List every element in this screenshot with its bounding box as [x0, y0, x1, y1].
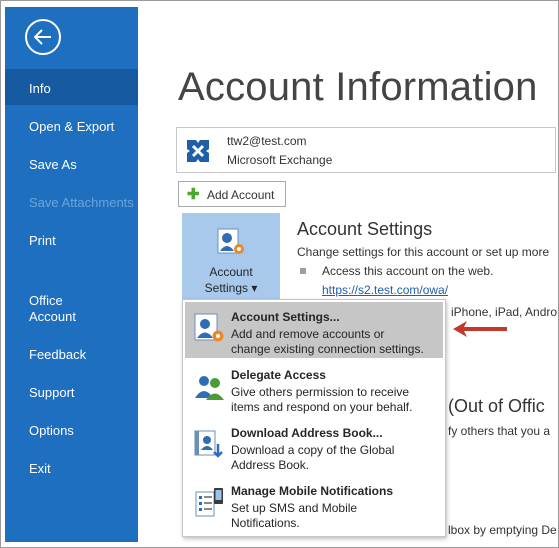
page-title: Account Information — [178, 65, 538, 109]
automatic-replies-heading: (Out of Offic — [448, 396, 545, 416]
owa-link[interactable]: https://s2.test.com/owa/ — [322, 283, 448, 297]
access-web-text: Access this account on the web. — [322, 264, 494, 278]
devices-partial-text: iPhone, iPad, Andro — [451, 305, 558, 319]
account-settings-icon — [194, 313, 224, 342]
back-arrow-icon — [34, 29, 51, 45]
sidebar-item-feedback[interactable]: Feedback — [5, 347, 138, 363]
sidebar-item-save-attachments: Save Attachments — [29, 195, 134, 210]
sidebar-item-exit[interactable]: Exit — [5, 461, 138, 477]
menu-item-download-address-book[interactable]: Download Address Book... Download a copy… — [185, 418, 443, 474]
account-settings-menu: Account Settings... Add and remove accou… — [182, 299, 446, 537]
account-settings-heading: Account Settings — [297, 219, 433, 239]
account-settings-icon — [217, 228, 244, 254]
menu-item-account-settings[interactable]: Account Settings... Add and remove accou… — [185, 302, 443, 358]
sidebar-item-office-account[interactable]: Office Account — [5, 293, 138, 325]
account-settings-description: Change settings for this account or set … — [297, 245, 550, 259]
mobile-notifications-icon — [195, 488, 223, 517]
red-arrow-annotation — [453, 321, 507, 337]
bullet-icon — [300, 268, 306, 274]
account-email: ttw2@test.com — [227, 134, 307, 148]
window-frame: Info Open & Export Save As Save Attachme… — [0, 0, 559, 548]
exchange-icon — [187, 140, 209, 162]
add-account-button[interactable]: ✚ Add Account — [178, 181, 286, 207]
sidebar-item-options[interactable]: Options — [5, 423, 138, 439]
back-button[interactable] — [25, 19, 61, 55]
sidebar-item-open-export[interactable]: Open & Export — [5, 119, 138, 135]
sidebar-item-save-as[interactable]: Save As — [5, 157, 138, 173]
notify-partial-text: fy others that you a — [448, 424, 551, 438]
account-settings-dropdown-button[interactable]: Account Settings ▾ — [182, 213, 280, 306]
backstage-sidebar: Info Open & Export Save As Save Attachme… — [5, 7, 138, 542]
account-type: Microsoft Exchange — [227, 153, 333, 167]
mailbox-cleanup-partial-text: lbox by emptying De — [448, 523, 557, 537]
account-selector[interactable]: ttw2@test.com Microsoft Exchange — [176, 127, 556, 173]
plus-icon: ✚ — [187, 186, 200, 203]
menu-item-delegate-access[interactable]: Delegate Access Give others permission t… — [185, 360, 443, 416]
delegate-people-icon — [195, 376, 224, 400]
sidebar-item-info[interactable]: Info — [5, 69, 138, 105]
sidebar-item-print[interactable]: Print — [5, 233, 138, 249]
sidebar-item-support[interactable]: Support — [5, 385, 138, 401]
menu-item-manage-mobile-notifications[interactable]: Manage Mobile Notifications Set up SMS a… — [185, 476, 443, 532]
address-book-download-icon — [194, 430, 223, 458]
